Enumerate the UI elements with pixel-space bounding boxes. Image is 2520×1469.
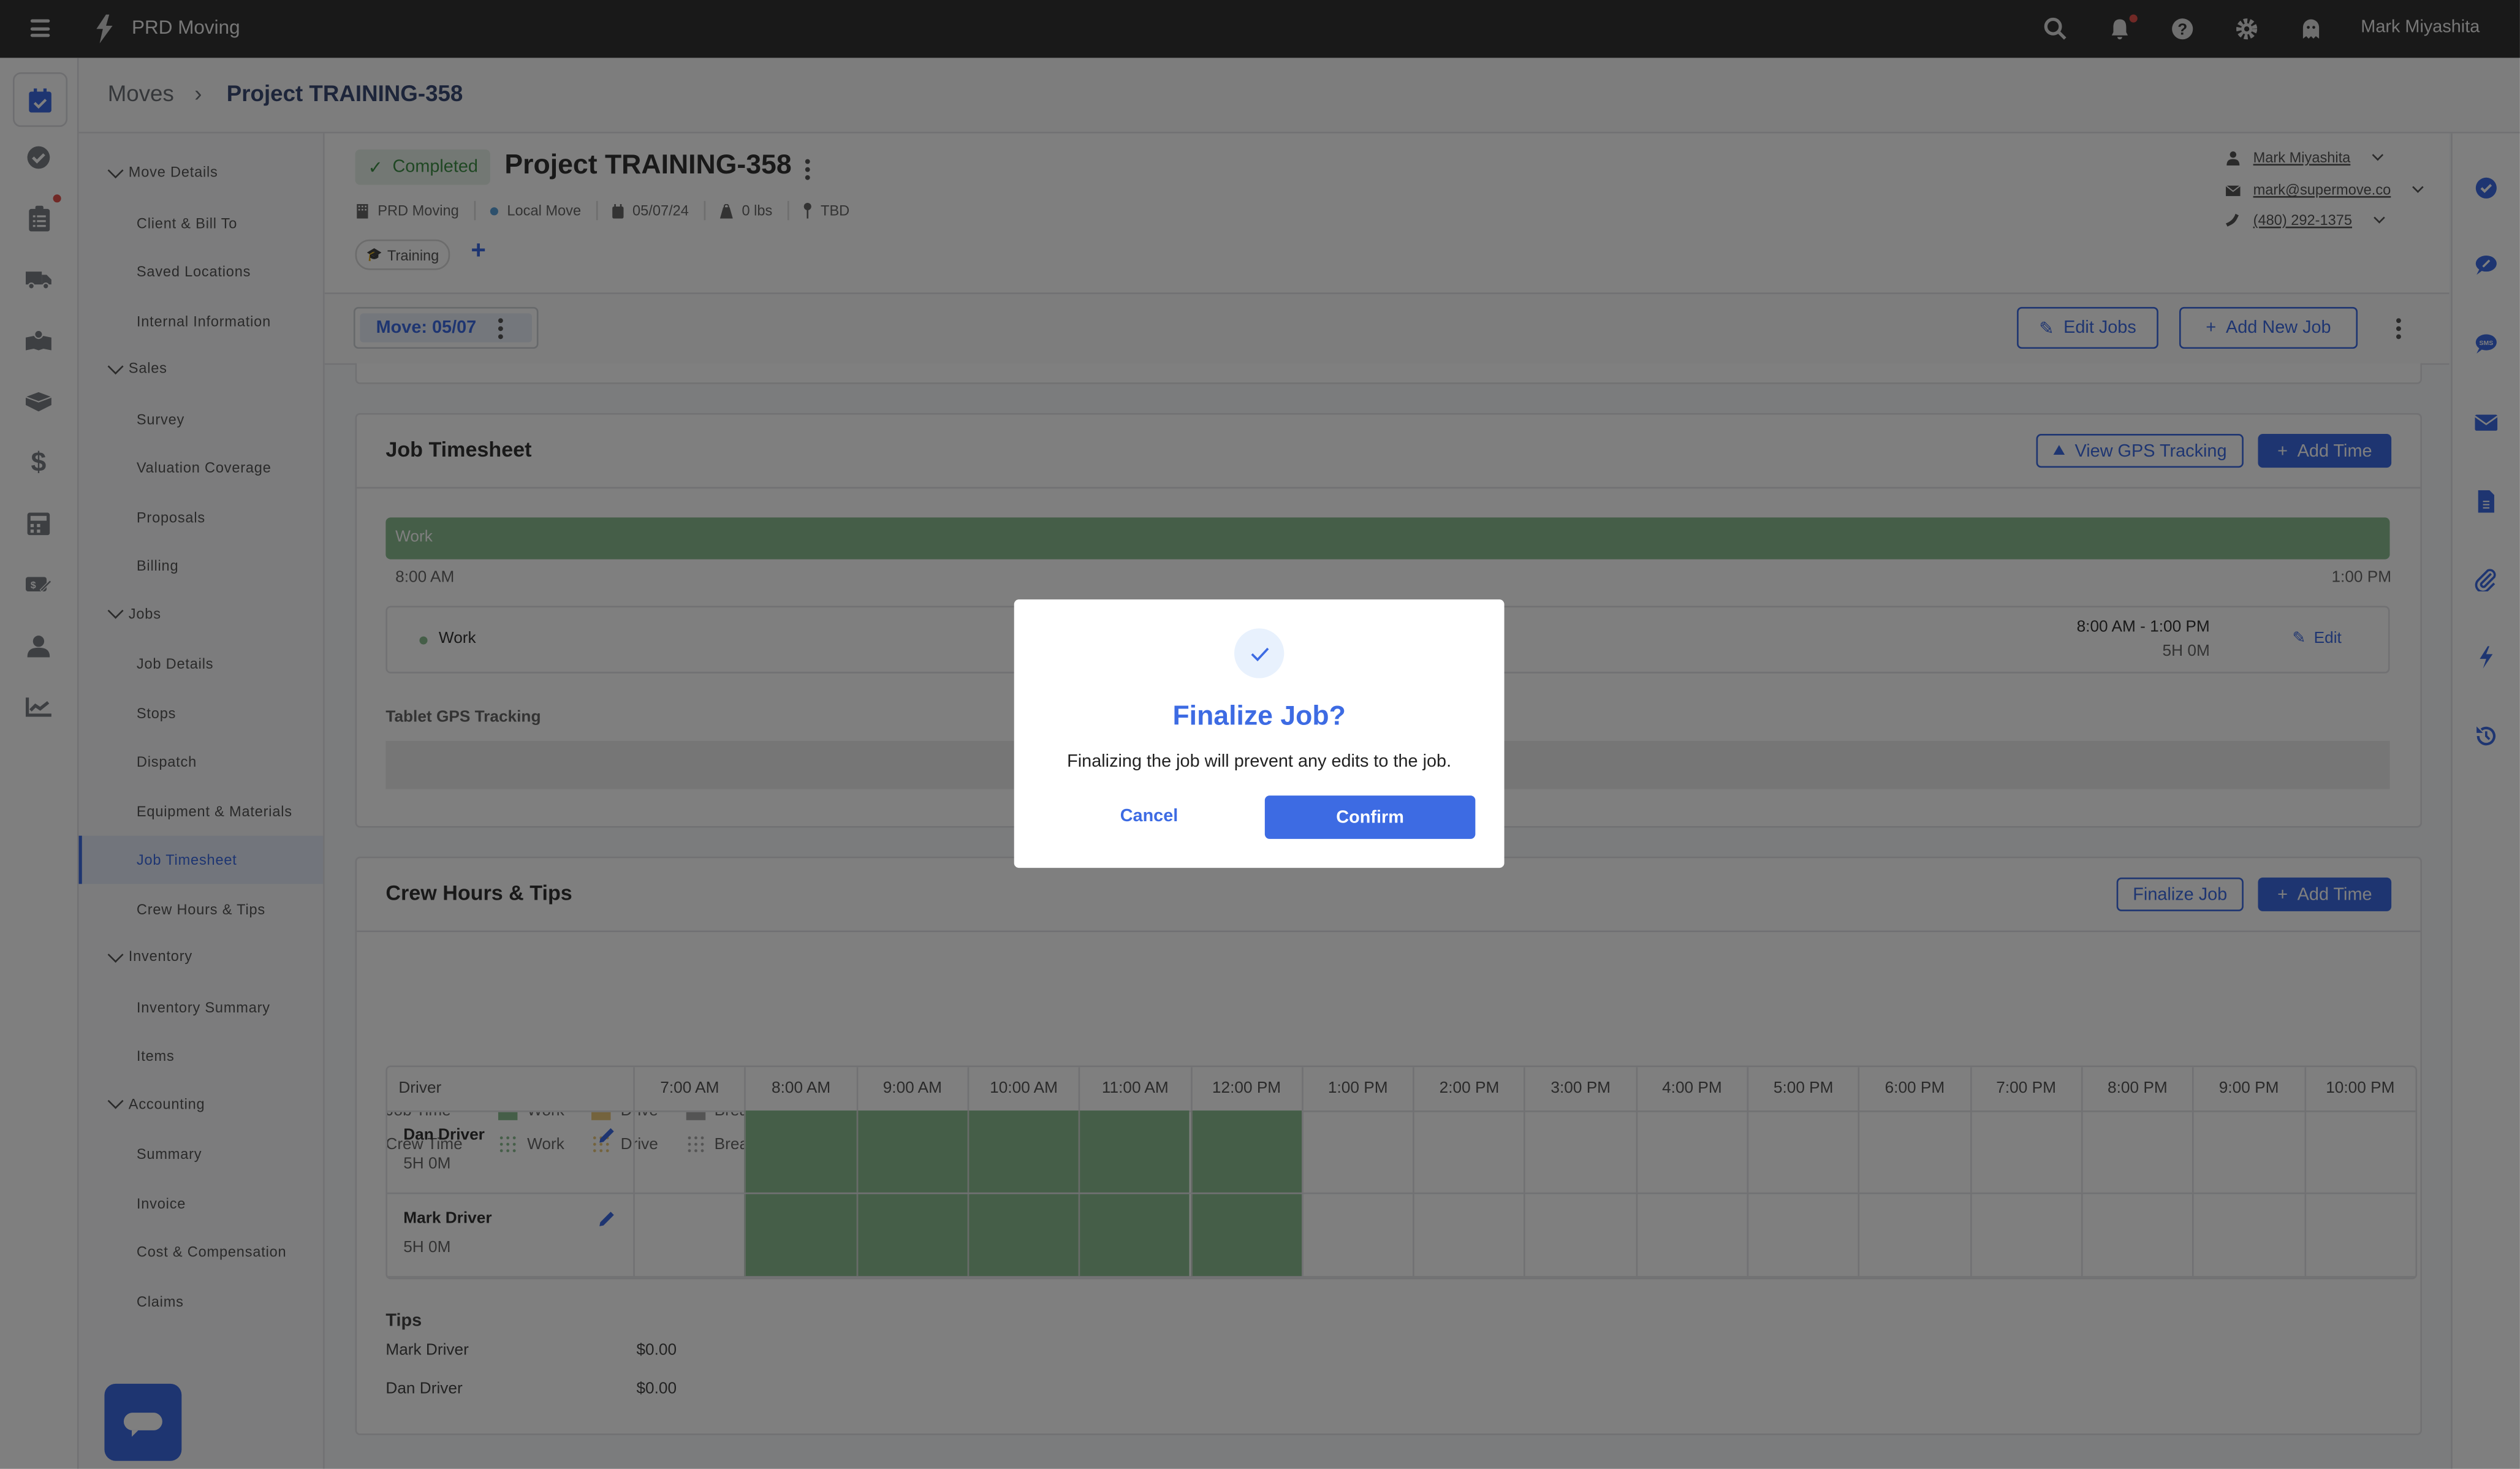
finalize-job-modal: Finalize Job? Finalizing the job will pr… <box>1014 599 1505 868</box>
modal-check-icon <box>1234 628 1285 678</box>
app-root: PRD Moving ? Mark Miyashita $ <box>0 0 2520 1469</box>
modal-message: Finalizing the job will prevent any edit… <box>1067 752 1452 772</box>
cancel-button[interactable]: Cancel <box>1079 794 1220 838</box>
modal-title: Finalize Job? <box>1172 700 1346 732</box>
confirm-button[interactable]: Confirm <box>1264 795 1476 839</box>
